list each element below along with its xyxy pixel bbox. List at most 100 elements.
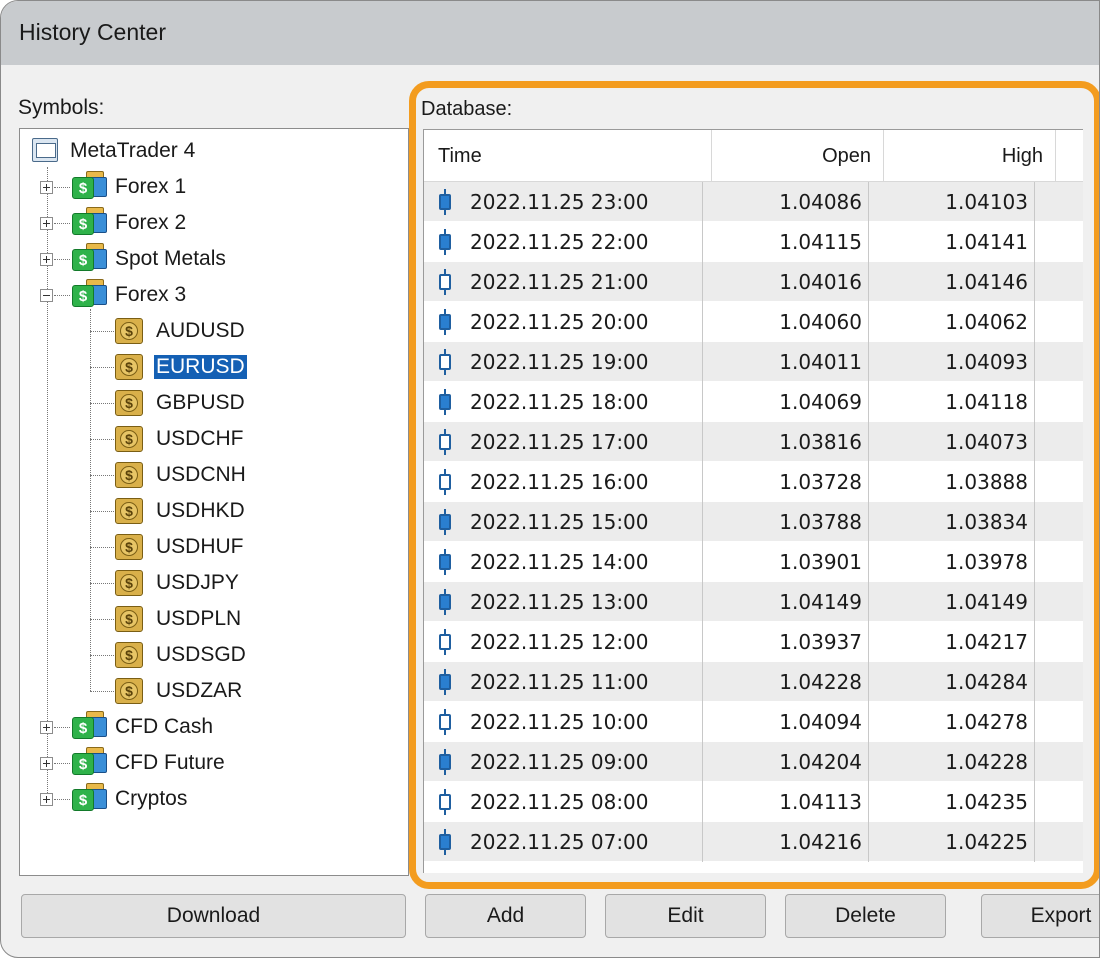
cell-time: 2022.11.25 13:00	[438, 582, 708, 622]
tree-group-cfd-future[interactable]: CFD Future	[113, 746, 227, 780]
cell-high: 1.04278	[945, 710, 1028, 734]
tree-group-forex-3[interactable]: Forex 3	[113, 278, 188, 312]
candle-icon	[438, 429, 452, 455]
tree-symbol-usdhkd[interactable]: USDHKD	[154, 494, 247, 528]
tree-symbol-audusd[interactable]: AUDUSD	[154, 314, 247, 348]
column-divider	[868, 742, 869, 782]
column-divider	[868, 222, 869, 262]
column-divider	[702, 342, 703, 382]
expand-forex-1[interactable]	[40, 181, 53, 194]
cell-high: 1.04284	[945, 670, 1028, 694]
column-divider	[1034, 542, 1035, 582]
table-row[interactable]: 2022.11.25 15:00 1.03788 1.03834	[424, 502, 1083, 542]
cell-open: 1.03937	[779, 630, 862, 654]
tree-group-forex-1[interactable]: Forex 1	[113, 170, 188, 204]
table-row[interactable]: 2022.11.25 08:00 1.04113 1.04235	[424, 782, 1083, 822]
column-divider	[702, 582, 703, 622]
column-divider	[702, 302, 703, 342]
symbols-tree[interactable]: MetaTrader 4 $ Forex 1 $ Forex 2 $ Spot …	[19, 128, 409, 876]
folder-icon: $	[72, 747, 108, 775]
column-header-high[interactable]: High	[884, 130, 1056, 182]
expand-cfd-cash[interactable]	[40, 721, 53, 734]
cell-open: 1.04149	[779, 590, 862, 614]
candle-icon	[438, 589, 452, 615]
table-row[interactable]: 2022.11.25 14:00 1.03901 1.03978	[424, 542, 1083, 582]
column-header-open[interactable]: Open	[712, 130, 884, 182]
table-row[interactable]: 2022.11.25 18:00 1.04069 1.04118	[424, 382, 1083, 422]
tree-symbol-usdpln[interactable]: USDPLN	[154, 602, 243, 636]
table-row[interactable]: 2022.11.25 19:00 1.04011 1.04093	[424, 342, 1083, 382]
table-row[interactable]: 2022.11.25 10:00 1.04094 1.04278	[424, 702, 1083, 742]
cell-time: 2022.11.25 19:00	[438, 342, 708, 382]
column-divider	[1034, 822, 1035, 862]
time-value: 2022.11.25 22:00	[470, 230, 649, 254]
expand-forex-2[interactable]	[40, 217, 53, 230]
add-button[interactable]: Add	[425, 894, 586, 938]
column-divider	[868, 462, 869, 502]
collapse-forex-3[interactable]	[40, 289, 53, 302]
tree-symbol-usdsgd[interactable]: USDSGD	[154, 638, 248, 672]
expand-cfd-future[interactable]	[40, 757, 53, 770]
candle-icon	[438, 749, 452, 775]
table-row[interactable]: 2022.11.25 21:00 1.04016 1.04146	[424, 262, 1083, 302]
column-divider	[1034, 422, 1035, 462]
column-divider	[1034, 782, 1035, 822]
column-divider	[702, 422, 703, 462]
symbol-icon: $	[115, 498, 143, 524]
table-row[interactable]: 2022.11.25 16:00 1.03728 1.03888	[424, 462, 1083, 502]
column-divider	[1034, 622, 1035, 662]
tree-symbol-usdhuf[interactable]: USDHUF	[154, 530, 246, 564]
table-row[interactable]: 2022.11.25 07:00 1.04216 1.04225	[424, 822, 1083, 862]
cell-high: 1.04073	[945, 430, 1028, 454]
expand-cryptos[interactable]	[40, 793, 53, 806]
edit-button[interactable]: Edit	[605, 894, 766, 938]
database-grid[interactable]: Time Open High 2022.11.25 23:00 1.04086 1.…	[423, 129, 1083, 873]
symbol-icon: $	[115, 354, 143, 380]
cell-open: 1.04228	[779, 670, 862, 694]
cell-open: 1.04060	[779, 310, 862, 334]
column-divider	[1034, 742, 1035, 782]
cell-time: 2022.11.25 10:00	[438, 702, 708, 742]
tree-symbol-usdcnh[interactable]: USDCNH	[154, 458, 248, 492]
table-row[interactable]: 2022.11.25 20:00 1.04060 1.04062	[424, 302, 1083, 342]
column-divider	[702, 742, 703, 782]
symbol-icon: $	[115, 534, 143, 560]
tree-symbol-gbpusd[interactable]: GBPUSD	[154, 386, 247, 420]
table-row[interactable]: 2022.11.25 11:00 1.04228 1.04284	[424, 662, 1083, 702]
tree-group-cfd-cash[interactable]: CFD Cash	[113, 710, 215, 744]
table-row[interactable]: 2022.11.25 22:00 1.04115 1.04141	[424, 222, 1083, 262]
export-button[interactable]: Export	[981, 894, 1099, 938]
tree-symbol-usdzar[interactable]: USDZAR	[154, 674, 244, 708]
column-divider	[702, 222, 703, 262]
cell-time: 2022.11.25 21:00	[438, 262, 708, 302]
table-row[interactable]: 2022.11.25 09:00 1.04204 1.04228	[424, 742, 1083, 782]
column-divider	[1034, 342, 1035, 382]
table-row[interactable]: 2022.11.25 23:00 1.04086 1.04103	[424, 182, 1083, 222]
column-divider	[868, 822, 869, 862]
table-row[interactable]: 2022.11.25 17:00 1.03816 1.04073	[424, 422, 1083, 462]
tree-root[interactable]: MetaTrader 4	[68, 134, 197, 168]
tree-connector	[90, 619, 114, 620]
folder-icon: $	[72, 711, 108, 739]
tree-connector	[90, 439, 114, 440]
delete-button[interactable]: Delete	[785, 894, 946, 938]
column-header-time[interactable]: Time	[424, 130, 712, 182]
cell-high: 1.04118	[945, 390, 1028, 414]
cell-high: 1.04146	[945, 270, 1028, 294]
table-row[interactable]: 2022.11.25 13:00 1.04149 1.04149	[424, 582, 1083, 622]
tree-symbol-usdjpy[interactable]: USDJPY	[154, 566, 241, 600]
tree-symbol-usdchf[interactable]: USDCHF	[154, 422, 246, 456]
column-divider	[1034, 182, 1035, 222]
time-value: 2022.11.25 23:00	[470, 190, 649, 214]
tree-group-forex-2[interactable]: Forex 2	[113, 206, 188, 240]
expand-spot-metals[interactable]	[40, 253, 53, 266]
symbol-icon: $	[115, 426, 143, 452]
cell-time: 2022.11.25 08:00	[438, 782, 708, 822]
tree-symbol-eurusd[interactable]: EURUSD	[154, 350, 247, 384]
tree-group-spot-metals[interactable]: Spot Metals	[113, 242, 228, 276]
table-row[interactable]: 2022.11.25 12:00 1.03937 1.04217	[424, 622, 1083, 662]
tree-group-cryptos[interactable]: Cryptos	[113, 782, 189, 816]
cell-high: 1.04235	[945, 790, 1028, 814]
download-button[interactable]: Download	[21, 894, 406, 938]
column-divider	[868, 302, 869, 342]
